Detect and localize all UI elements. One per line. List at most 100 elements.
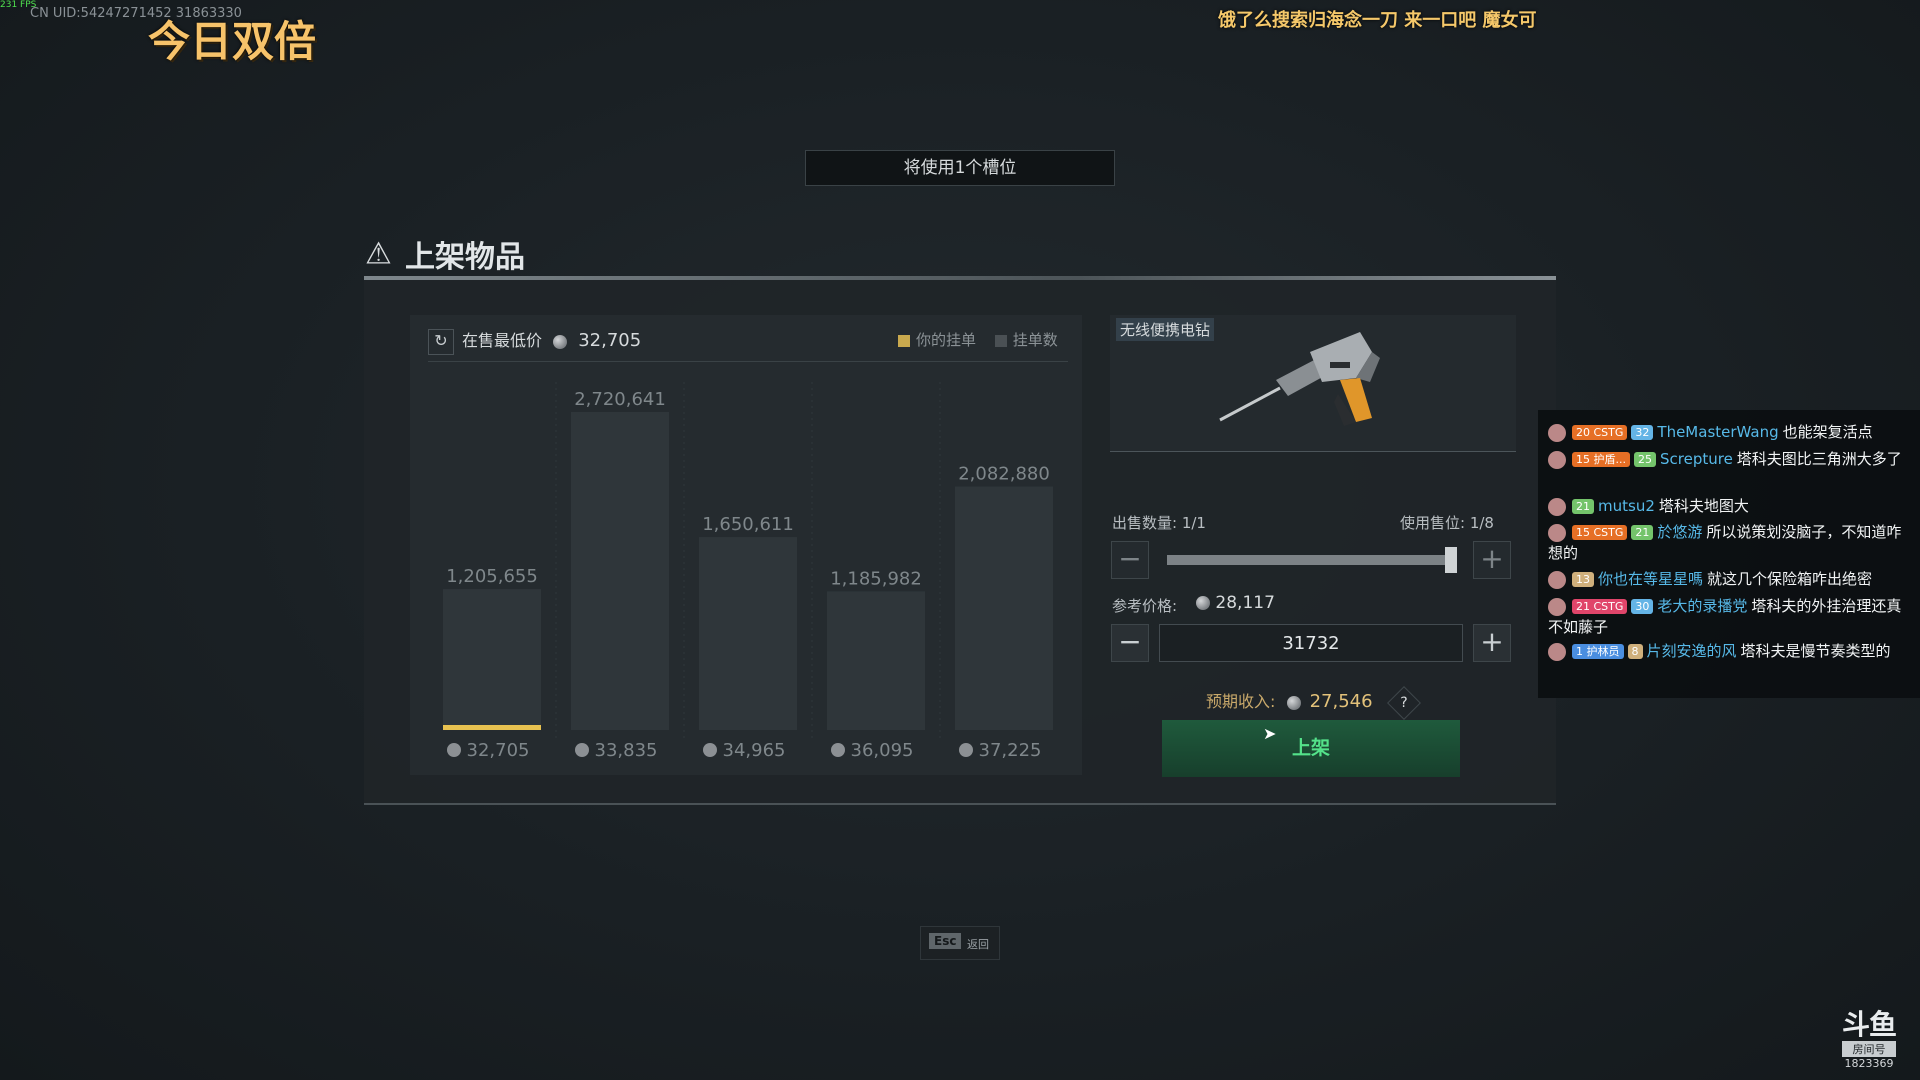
fan-badge: 21 CSTG [1572,599,1628,614]
legend-count: 挂单数 [1012,331,1058,349]
chat-username[interactable]: 你也在等星星嗎 [1598,570,1703,588]
your-listing-marker [443,725,541,730]
double-banner: 今日双倍 [148,17,317,66]
douyu-logo: 斗鱼 [1842,1008,1897,1041]
drill-image [1219,332,1380,426]
user-avatar [1548,497,1566,516]
danmaku-chat-panel: 20 CSTG 32 TheMasterWang 也能架复活点 15 护盾... 25 Sc… [1538,410,1920,698]
user-avatar [1548,523,1566,542]
chart-bar[interactable] [443,589,541,730]
chat-username[interactable]: 片刻安逸的风 [1647,642,1737,660]
chat-username[interactable]: Screpture [1660,450,1733,468]
price-increase-button[interactable]: + [1473,624,1511,662]
chat-message: 13 你也在等星星嗎 就这几个保险箱咋出绝密 [1548,569,1914,590]
refresh-icon[interactable]: ↻ [428,328,454,355]
slot-usage-banner: 将使用1个槽位 [805,150,1115,186]
chat-text: 塔科夫图比三角洲大多了 [1736,450,1902,468]
price-tick-label: 34,965 [723,740,786,761]
bar-value-label: 2,720,641 [574,389,666,410]
chat-username[interactable]: mutsu2 [1598,497,1655,515]
coin-icon [575,743,589,757]
price-tick-label: 33,835 [595,740,658,761]
price-decrease-button[interactable]: − [1111,624,1149,662]
chart-bar[interactable] [955,486,1053,730]
price-input[interactable] [1159,624,1463,662]
slots-used-label: 使用售位: 1/8 [1400,514,1494,532]
chat-message: 1 护林员 8 片刻安逸的风 塔科夫是慢节奏类型的 [1548,641,1914,662]
fan-badge: 15 CSTG [1572,525,1628,540]
chat-message: 21 mutsu2 塔科夫地图大 [1548,496,1914,517]
chat-message: 20 CSTG 32 TheMasterWang 也能架复活点 [1548,422,1914,443]
title-divider [364,276,1556,280]
legend-swatch-yours [898,334,910,347]
chat-username[interactable]: 老大的录播党 [1657,597,1747,615]
chart-bar[interactable] [699,537,797,730]
price-tick-label: 32,705 [467,740,530,761]
chat-message: 15 CSTG 21 於悠游 所以说策划没脑子，不知道咋想的 [1548,522,1914,564]
quantity-increase-button[interactable]: + [1473,541,1511,579]
chat-username[interactable]: 於悠游 [1657,523,1702,541]
fan-badge: 13 [1572,572,1594,587]
stream-marquee: 饿了么搜索归海念一刀 来一口吧 魔女可 [1218,10,1537,31]
quantity-slider[interactable] [1167,555,1457,565]
user-avatar [1548,597,1566,616]
warning-triangle-icon: ⚠ [365,236,392,272]
fan-badge: 8 [1627,644,1643,659]
user-avatar [1548,642,1566,661]
user-avatar [1548,570,1566,589]
bar-value-label: 1,185,982 [830,568,922,589]
douyu-watermark: 斗鱼 房间号 1823369 [1842,1003,1897,1070]
price-tick-label: 37,225 [979,740,1042,761]
dialog-title: ⚠ 上架物品 [365,232,525,276]
expected-income-label: 预期收入: [1206,692,1276,711]
chart-legend: 你的挂单 挂单数 [898,329,1058,350]
lowest-price-value: 32,705 [578,330,642,351]
fan-badge: 1 护林员 [1572,644,1624,659]
chat-message: 15 护盾... 25 Screpture 塔科夫图比三角洲大多了 [1548,449,1914,470]
price-bar-chart: 1,205,655 32,705 2,720,641 33,835 1,650,611 3… [443,382,1053,761]
sale-quantity-label: 出售数量: 1/1 [1112,514,1206,532]
reference-price: 28,117 [1196,593,1275,613]
item-name: 无线便携电钻 [1116,318,1215,341]
chart-bar[interactable] [571,412,669,730]
bar-value-label: 1,650,611 [702,514,794,535]
help-icon[interactable]: ? [1386,685,1421,720]
fan-badge: 21 [1572,499,1594,514]
lowest-price: ↻ 在售最低价 32,705 [428,327,641,355]
fan-badge: 15 护盾... [1572,452,1630,467]
chat-text: 塔科夫是慢节奏类型的 [1740,642,1891,660]
fan-badge: 32 [1631,425,1654,440]
coin-icon [553,334,568,349]
chat-username[interactable]: TheMasterWang [1657,423,1778,441]
bar-value-label: 1,205,655 [446,566,538,587]
douyu-room-number: 1823369 [1844,1057,1894,1070]
coin-icon [831,743,845,757]
reference-price-value: 28,117 [1215,593,1275,613]
list-item-button[interactable]: 上架 [1162,720,1460,777]
coin-icon [1286,695,1301,710]
chat-text: 塔科夫地图大 [1658,497,1749,515]
quantity-slider-handle[interactable] [1445,547,1457,573]
mouse-cursor-icon: ➤ [1263,724,1277,743]
expected-income: 预期收入: 27,546 ? [1206,685,1421,720]
user-avatar [1548,423,1566,442]
chat-message: 21 CSTG 30 老大的录播党 塔科夫的外挂治理还真不如藤子 [1548,596,1914,638]
douyu-room-label: 房间号 [1842,1041,1897,1057]
esc-back-button[interactable]: Esc 返回 [920,926,1000,960]
quantity-decrease-button[interactable]: − [1111,541,1149,579]
chart-bar[interactable] [827,591,925,730]
coin-icon [703,743,717,757]
chat-text: 也能架复活点 [1782,423,1873,441]
coin-icon [959,743,973,757]
fan-badge: 30 [1631,599,1654,614]
fan-badge: 25 [1633,452,1656,467]
expected-income-value: 27,546 [1309,691,1373,712]
fan-badge: 21 [1631,525,1654,540]
bar-value-label: 2,082,880 [958,464,1050,485]
esc-key: Esc [929,933,962,949]
lowest-price-label: 在售最低价 [462,331,543,350]
legend-yours: 你的挂单 [916,331,977,349]
chat-text: 就这几个保险箱咋出绝密 [1707,570,1873,588]
user-avatar [1548,450,1566,469]
legend-swatch-count [994,334,1007,347]
